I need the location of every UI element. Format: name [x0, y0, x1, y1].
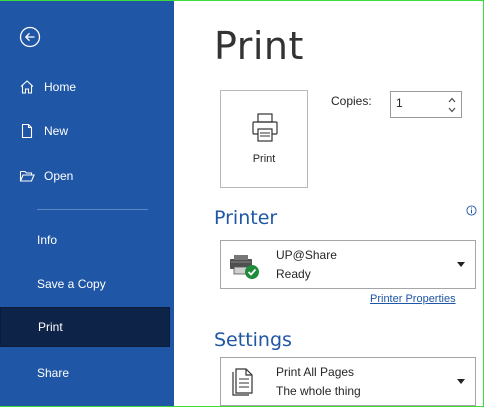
window-frame: [0, 0, 484, 407]
